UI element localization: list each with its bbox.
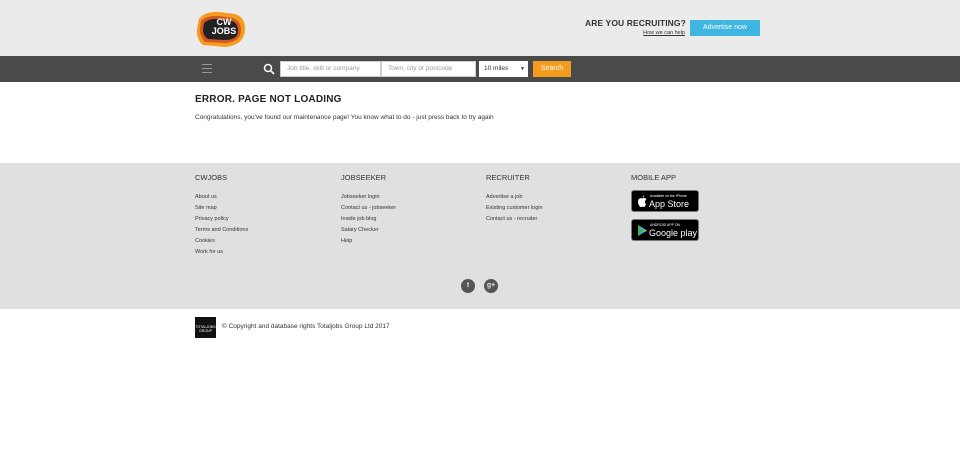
- radius-select[interactable]: 10 miles ▼: [479, 61, 528, 77]
- footer-link-customer-login[interactable]: Existing customer login: [486, 203, 543, 214]
- google-play-big-text: Google play: [649, 228, 698, 238]
- error-title: ERROR. PAGE NOT LOADING: [195, 94, 342, 105]
- recruiting-title: ARE YOU RECRUITING?: [585, 18, 686, 28]
- apple-icon: [637, 195, 647, 207]
- footer-link-advertise-job[interactable]: Advertise a job: [486, 192, 543, 203]
- footer-column-title: JOBSEEKER: [341, 173, 387, 182]
- site-footer: CWJOBS About us Site map Privacy policy …: [0, 163, 960, 309]
- job-search-input[interactable]: Job title, skill or company: [280, 61, 381, 77]
- search-bar: Job title, skill or company Town, city o…: [0, 56, 960, 82]
- footer-link-contact-jobseeker[interactable]: Contact us - jobseeker: [341, 203, 396, 214]
- logo-text: CW JOBS: [211, 17, 237, 36]
- app-store-big-text: App Store: [649, 199, 690, 209]
- how-we-can-help-link[interactable]: How we can help: [585, 30, 685, 36]
- footer-column-jobseeker: JOBSEEKER Jobseeker login Contact us - j…: [341, 173, 396, 247]
- site-header: CW JOBS ARE YOU RECRUITING? How we can h…: [0, 0, 960, 56]
- footer-link-help[interactable]: Help: [341, 236, 396, 247]
- footer-link-jobseeker-login[interactable]: Jobseeker login: [341, 192, 396, 203]
- cwjobs-logo[interactable]: CW JOBS: [195, 9, 247, 49]
- error-message: Congratulations, you've found our mainte…: [195, 114, 494, 121]
- footer-link-privacy[interactable]: Privacy policy: [195, 214, 248, 225]
- totaljobs-group-logo: TOTALJOBS GROUP: [195, 317, 216, 338]
- google-plus-icon[interactable]: g+: [484, 279, 498, 293]
- app-store-badge[interactable]: Available on the iPhone App Store: [631, 190, 699, 212]
- google-play-small-text: ANDROID APP ON: [650, 223, 681, 227]
- recruiting-block: ARE YOU RECRUITING? How we can help: [585, 18, 686, 36]
- footer-link-contact-recruiter[interactable]: Contact us - recruiter: [486, 214, 543, 225]
- search-icon: [263, 63, 275, 75]
- footer-column-cwjobs: CWJOBS About us Site map Privacy policy …: [195, 173, 248, 258]
- footer-link-terms[interactable]: Terms and Conditions: [195, 225, 248, 236]
- advertise-now-button[interactable]: Advertise now: [690, 20, 760, 36]
- copyright-bar: TOTALJOBS GROUP © Copyright and database…: [0, 309, 960, 467]
- hamburger-menu-icon[interactable]: [202, 64, 212, 73]
- location-input[interactable]: Town, city or postcode: [381, 61, 476, 77]
- radius-value: 10 miles: [484, 65, 509, 72]
- footer-link-sitemap[interactable]: Site map: [195, 203, 248, 214]
- footer-column-mobile-app: MOBILE APP Available on the iPhone App S…: [631, 173, 699, 248]
- chevron-down-icon: ▼: [520, 66, 525, 72]
- footer-column-title: MOBILE APP: [631, 173, 677, 182]
- app-store-small-text: Available on the iPhone: [650, 194, 687, 198]
- footer-column-title: RECRUITER: [486, 173, 530, 182]
- footer-link-salary-checker[interactable]: Salary Checker: [341, 225, 396, 236]
- footer-column-recruiter: RECRUITER Advertise a job Existing custo…: [486, 173, 543, 225]
- copyright-text: © Copyright and database rights Totaljob…: [222, 323, 390, 330]
- footer-link-about[interactable]: About us: [195, 192, 248, 203]
- footer-link-cookies[interactable]: Cookies: [195, 236, 248, 247]
- footer-column-title: CWJOBS: [195, 173, 228, 182]
- footer-link-work-for-us[interactable]: Work for us: [195, 247, 248, 258]
- footer-link-blog[interactable]: Inside job blog: [341, 214, 396, 225]
- google-play-icon: [638, 225, 647, 236]
- main-content: ERROR. PAGE NOT LOADING Congratulations,…: [0, 82, 960, 163]
- search-button[interactable]: Search: [533, 61, 571, 77]
- twitter-icon[interactable]: t: [461, 279, 475, 293]
- google-play-badge[interactable]: ANDROID APP ON Google play: [631, 219, 699, 241]
